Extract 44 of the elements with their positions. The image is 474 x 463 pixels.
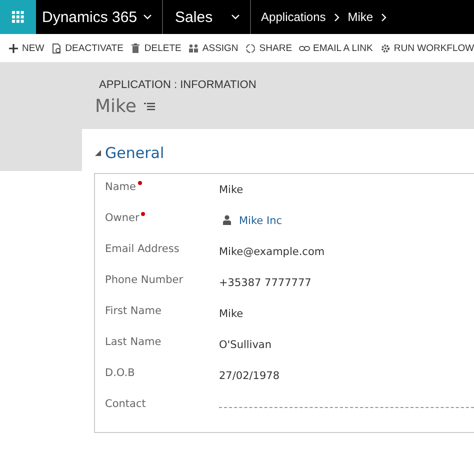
command-button[interactable]: DELETE: [130, 40, 182, 56]
field-label: Email Address: [105, 243, 180, 255]
field-value[interactable]: Mike: [219, 184, 244, 196]
document-icon: [51, 42, 62, 54]
grid-icon: [12, 11, 24, 23]
collapse-triangle-icon[interactable]: [95, 150, 101, 156]
chevron-right-icon: [381, 12, 388, 22]
form-label: APPLICATION : INFORMATION: [99, 79, 256, 91]
people-icon: [188, 42, 200, 54]
command-button[interactable]: NEW: [8, 40, 44, 56]
gear-icon: [380, 42, 391, 54]
share-icon: [245, 42, 256, 54]
record-name: Mike: [95, 96, 136, 117]
field-value[interactable]: 27/02/1978: [219, 370, 280, 382]
field-value[interactable]: O'Sullivan: [219, 339, 272, 351]
caret-icon[interactable]: [143, 14, 152, 20]
field-label: Owner: [105, 212, 140, 224]
field-label: First Name: [105, 305, 162, 317]
field-label: Name: [105, 181, 136, 193]
plus-icon: [8, 42, 19, 54]
command-button[interactable]: RUN WORKFLOW: [380, 40, 474, 56]
person-icon: [223, 215, 231, 225]
caret-icon[interactable]: [231, 14, 240, 20]
breadcrumb-link[interactable]: Mike: [348, 10, 374, 24]
app-name[interactable]: Dynamics 365: [42, 8, 138, 26]
chevron-right-icon: [334, 12, 340, 22]
field-label: Last Name: [105, 336, 162, 348]
section-title[interactable]: General: [105, 144, 164, 162]
app-launcher-button[interactable]: [0, 0, 36, 34]
field-label: Phone Number: [105, 274, 184, 286]
breadcrumb-link[interactable]: Applications: [261, 10, 326, 24]
field-label: D.O.B: [105, 367, 135, 379]
field-label: Contact: [105, 398, 146, 410]
area-name[interactable]: Sales: [175, 8, 213, 26]
command-button[interactable]: EMAIL A LINK: [299, 40, 373, 56]
command-button[interactable]: DEACTIVATE: [51, 40, 124, 56]
field-value[interactable]: +35387 7777777: [219, 277, 312, 289]
field-value[interactable]: Mike@example.com: [219, 246, 325, 258]
owner-link[interactable]: Mike Inc: [239, 215, 282, 227]
trash-icon: [130, 42, 142, 54]
command-button[interactable]: SHARE: [245, 40, 292, 56]
list-menu-icon[interactable]: [144, 102, 156, 111]
command-button[interactable]: ASSIGN: [188, 40, 238, 56]
field-value[interactable]: Mike: [219, 308, 244, 320]
